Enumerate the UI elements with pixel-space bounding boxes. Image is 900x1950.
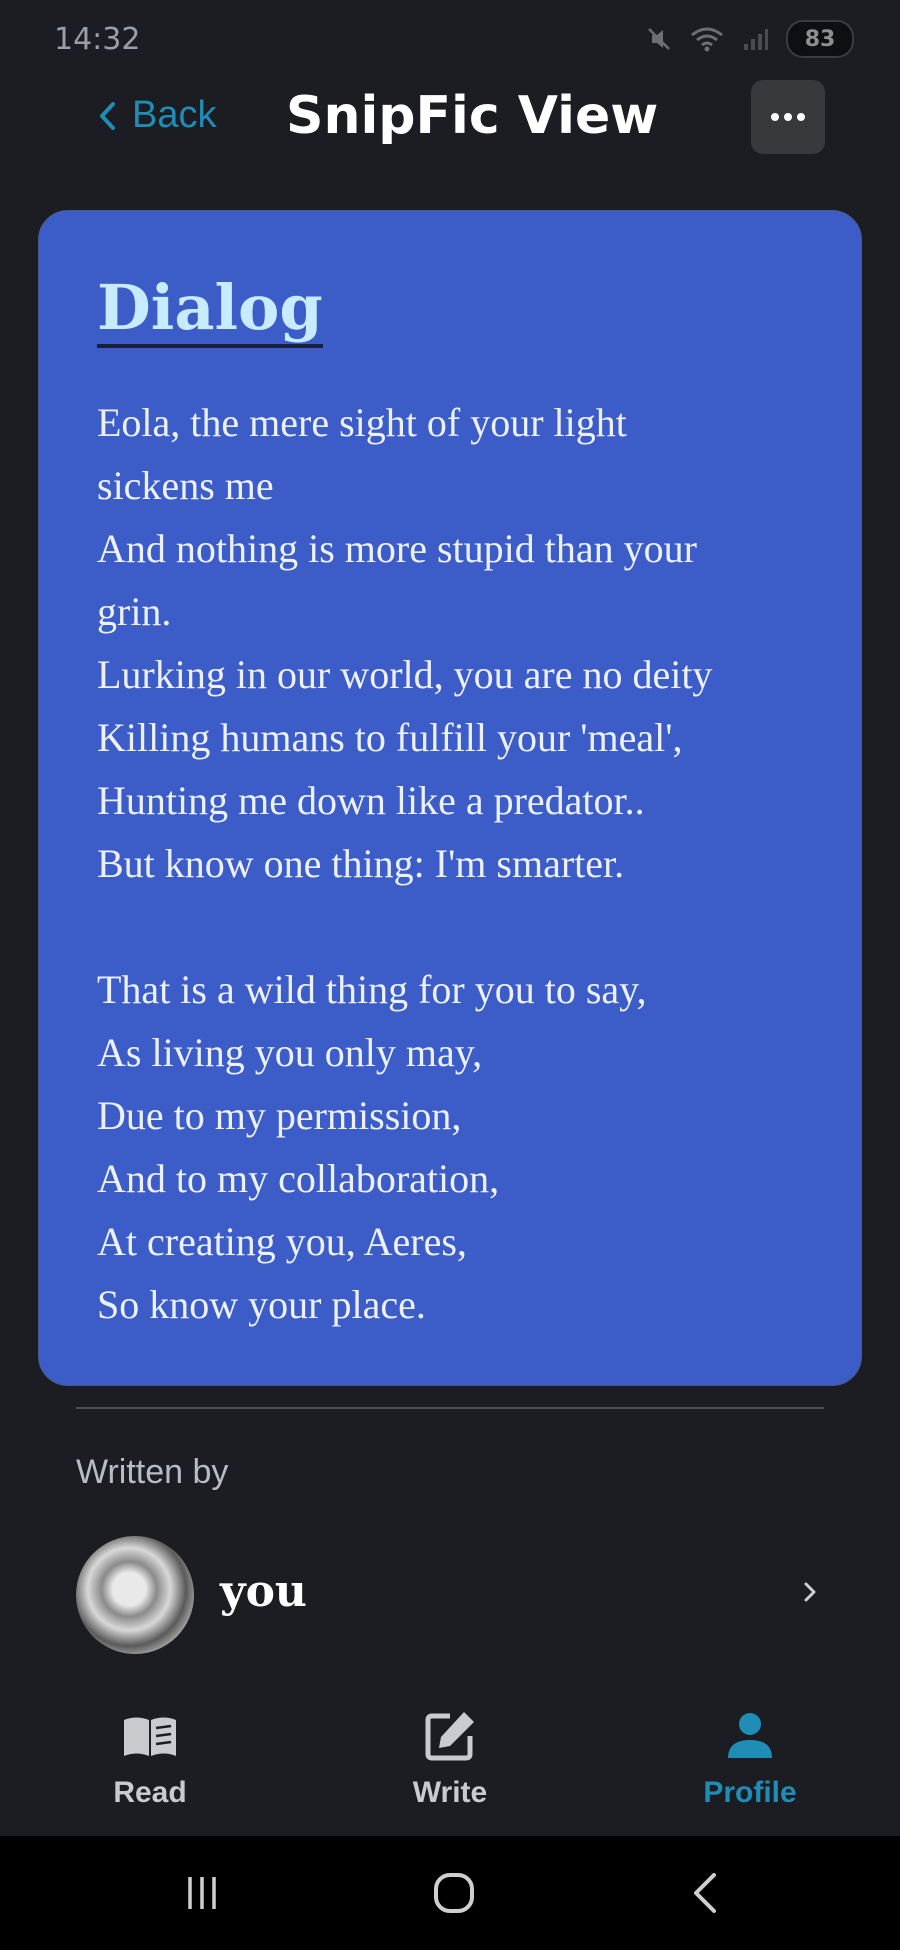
chevron-left-icon xyxy=(100,101,115,130)
poem-line: sickens me xyxy=(97,463,274,508)
author-name: you xyxy=(220,1566,307,1617)
stanza-break xyxy=(97,895,837,958)
status-time: 14:32 xyxy=(54,22,141,57)
page-title: SnipFic View xyxy=(286,86,659,146)
poem-line: Killing humans to fulfill your 'meal', xyxy=(97,715,683,760)
home-icon xyxy=(434,1873,474,1913)
poem-line: But know one thing: I'm smarter. xyxy=(97,841,625,886)
dot-icon xyxy=(771,113,779,121)
poem-line: Hunting me down like a predator.. xyxy=(97,778,645,823)
edit-icon xyxy=(425,1712,474,1761)
book-icon xyxy=(124,1717,176,1756)
nav-item-profile[interactable]: Profile xyxy=(650,1690,850,1810)
status-bar: 14:32 83 xyxy=(0,0,900,80)
bottom-nav: Read Write Profile xyxy=(0,1690,900,1836)
signal-icon xyxy=(744,29,768,50)
system-back-button[interactable] xyxy=(666,1868,746,1918)
mute-icon xyxy=(648,28,670,50)
nav-item-read[interactable]: Read xyxy=(50,1690,250,1810)
back-arrow-icon xyxy=(694,1873,716,1913)
home-button[interactable] xyxy=(414,1868,494,1918)
nav-label-profile: Profile xyxy=(703,1776,797,1809)
nav-item-write[interactable]: Write xyxy=(350,1690,550,1810)
person-icon xyxy=(728,1713,772,1758)
back-button[interactable]: Back xyxy=(96,94,216,137)
divider xyxy=(76,1407,824,1409)
poem-line: And nothing is more stupid than your xyxy=(97,526,697,571)
poem-line: So know your place. xyxy=(97,1282,426,1327)
avatar xyxy=(76,1536,194,1654)
snipfic-title: Dialog xyxy=(97,274,323,348)
snipfic-body: Eola, the mere sight of your light sicke… xyxy=(97,391,837,1336)
battery-indicator: 83 xyxy=(786,20,854,58)
snipfic-card: Dialog Eola, the mere sight of your ligh… xyxy=(38,210,862,1386)
author-row[interactable]: you xyxy=(76,1536,824,1654)
written-by-label: Written by xyxy=(76,1453,229,1491)
status-icons: 83 xyxy=(646,20,854,58)
chevron-right-icon xyxy=(804,1582,816,1602)
poem-line: And to my collaboration, xyxy=(97,1156,500,1201)
nav-label-read: Read xyxy=(113,1776,187,1809)
dot-icon xyxy=(797,113,805,121)
poem-line: As living you only may, xyxy=(97,1030,483,1075)
recents-icon xyxy=(188,1877,216,1909)
app-header: Back SnipFic View xyxy=(0,80,900,190)
poem-line: grin. xyxy=(97,589,172,634)
battery-level: 83 xyxy=(804,26,836,52)
dot-icon xyxy=(784,113,792,121)
nav-label-write: Write xyxy=(412,1776,488,1809)
poem-line: At creating you, Aeres, xyxy=(97,1219,467,1264)
poem-line: Eola, the mere sight of your light xyxy=(97,400,627,445)
poem-line: Lurking in our world, you are no deity xyxy=(97,652,713,697)
wifi-icon xyxy=(691,27,723,52)
more-options-button[interactable] xyxy=(751,80,825,154)
back-label: Back xyxy=(132,94,217,136)
poem-line: That is a wild thing for you to say, xyxy=(97,967,647,1012)
recent-apps-button[interactable] xyxy=(162,1868,242,1918)
system-nav-bar xyxy=(0,1836,900,1950)
poem-line: Due to my permission, xyxy=(97,1093,462,1138)
